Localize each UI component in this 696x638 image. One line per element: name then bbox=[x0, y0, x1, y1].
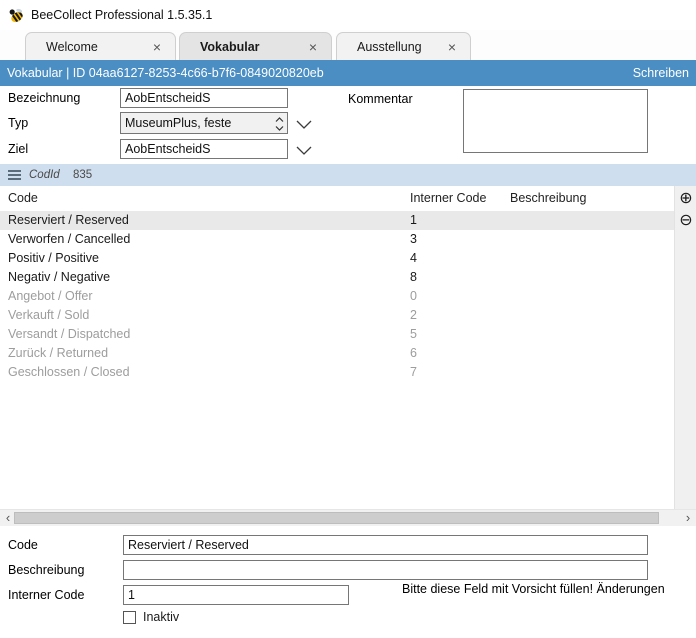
table-cell: 2 bbox=[410, 306, 417, 325]
inaktiv-checkbox[interactable] bbox=[123, 611, 136, 624]
tab-label: Welcome bbox=[46, 40, 98, 54]
detail-beschreibung-field[interactable] bbox=[123, 560, 648, 580]
horizontal-scrollbar[interactable]: ‹ › bbox=[0, 509, 696, 526]
table-row[interactable]: Zurück / Returned 6 bbox=[0, 344, 674, 363]
column-header-beschreibung[interactable]: Beschreibung bbox=[510, 186, 586, 210]
spinner-updown-icon[interactable] bbox=[275, 116, 284, 138]
section-title: CodId bbox=[29, 164, 60, 186]
remove-row-button[interactable]: ⊖ bbox=[675, 213, 696, 229]
table-cell: 5 bbox=[410, 325, 417, 344]
schreiben-status[interactable]: Schreiben bbox=[633, 60, 689, 86]
table-cell: 0 bbox=[410, 287, 417, 306]
warning-text: Bitte diese Feld mit Vorsicht füllen! Än… bbox=[402, 582, 665, 596]
bezeichnung-field[interactable] bbox=[120, 88, 288, 108]
scroll-left-icon[interactable]: ‹ bbox=[1, 510, 15, 526]
table-cell: Angebot / Offer bbox=[8, 287, 93, 306]
close-icon[interactable]: × bbox=[307, 40, 319, 54]
tab-ausstellung[interactable]: Ausstellung × bbox=[336, 32, 471, 60]
section-count: 835 bbox=[73, 164, 92, 186]
bezeichnung-label: Bezeichnung bbox=[8, 91, 80, 105]
tab-vokabular[interactable]: Vokabular × bbox=[179, 32, 332, 60]
detail-code-field[interactable] bbox=[123, 535, 648, 555]
app-window: BeeCollect Professional 1.5.35.1 Welcome… bbox=[0, 0, 696, 638]
table-cell: 7 bbox=[410, 363, 417, 382]
scroll-right-icon[interactable]: › bbox=[681, 510, 695, 526]
table-cell: Positiv / Positive bbox=[8, 249, 99, 268]
table-row[interactable]: Verworfen / Cancelled 3 bbox=[0, 230, 674, 249]
table-cell: 3 bbox=[410, 230, 417, 249]
tab-label: Ausstellung bbox=[357, 40, 422, 54]
code-table-header: Code Interner Code Beschreibung bbox=[0, 186, 674, 210]
table-cell: Reserviert / Reserved bbox=[8, 211, 129, 230]
scrollbar-thumb[interactable] bbox=[14, 512, 659, 524]
typ-label: Typ bbox=[8, 116, 28, 130]
table-cell: 1 bbox=[410, 211, 417, 230]
table-cell: 4 bbox=[410, 249, 417, 268]
tab-label: Vokabular bbox=[200, 40, 260, 54]
codid-section-header[interactable]: CodId 835 bbox=[0, 164, 696, 186]
title-bar: BeeCollect Professional 1.5.35.1 bbox=[0, 0, 696, 30]
kommentar-label: Kommentar bbox=[348, 92, 413, 106]
detail-interner-code-label: Interner Code bbox=[8, 588, 84, 602]
table-row[interactable]: Verkauft / Sold 2 bbox=[0, 306, 674, 325]
kommentar-field[interactable] bbox=[463, 89, 648, 153]
typ-spinner-field[interactable]: MuseumPlus, feste bbox=[120, 112, 288, 134]
table-row[interactable]: Reserviert / Reserved 1 bbox=[0, 211, 674, 230]
column-header-code[interactable]: Code bbox=[8, 186, 38, 210]
inaktiv-label: Inaktiv bbox=[143, 610, 179, 624]
ziel-label: Ziel bbox=[8, 142, 28, 156]
table-cell: Versandt / Dispatched bbox=[8, 325, 130, 344]
table-cell: 8 bbox=[410, 268, 417, 287]
tab-welcome[interactable]: Welcome × bbox=[25, 32, 176, 60]
close-icon[interactable]: × bbox=[446, 40, 458, 54]
table-row[interactable]: Geschlossen / Closed 7 bbox=[0, 363, 674, 382]
ziel-dropdown-icon[interactable] bbox=[294, 142, 314, 158]
table-cell: Negativ / Negative bbox=[8, 268, 110, 287]
table-cell: 6 bbox=[410, 344, 417, 363]
table-cell: Zurück / Returned bbox=[8, 344, 108, 363]
table-row[interactable]: Positiv / Positive 4 bbox=[0, 249, 674, 268]
add-row-button[interactable]: ⊕ bbox=[675, 191, 696, 207]
tab-strip: Welcome × Vokabular × Ausstellung × bbox=[0, 30, 696, 60]
typ-dropdown-icon[interactable] bbox=[294, 116, 314, 132]
typ-value: MuseumPlus, feste bbox=[125, 116, 231, 130]
close-icon[interactable]: × bbox=[151, 40, 163, 54]
row-buttons-column: ⊕ ⊖ bbox=[674, 186, 696, 509]
detail-beschreibung-label: Beschreibung bbox=[8, 563, 84, 577]
record-header-bar: Vokabular | ID 04aa6127-8253-4c66-b7f6-0… bbox=[0, 60, 696, 86]
column-header-interner-code[interactable]: Interner Code bbox=[410, 186, 486, 210]
table-row[interactable]: Negativ / Negative 8 bbox=[0, 268, 674, 287]
detail-interner-code-field[interactable] bbox=[123, 585, 349, 605]
bee-app-icon bbox=[8, 7, 25, 24]
table-cell: Verkauft / Sold bbox=[8, 306, 89, 325]
menu-icon[interactable] bbox=[8, 170, 21, 180]
table-row[interactable]: Angebot / Offer 0 bbox=[0, 287, 674, 306]
table-cell: Verworfen / Cancelled bbox=[8, 230, 130, 249]
table-row[interactable]: Versandt / Dispatched 5 bbox=[0, 325, 674, 344]
detail-code-label: Code bbox=[8, 538, 38, 552]
table-cell: Geschlossen / Closed bbox=[8, 363, 130, 382]
record-title: Vokabular | ID 04aa6127-8253-4c66-b7f6-0… bbox=[7, 60, 324, 86]
ziel-field[interactable] bbox=[120, 139, 288, 159]
window-title: BeeCollect Professional 1.5.35.1 bbox=[31, 0, 212, 30]
code-table-body: Reserviert / Reserved1Verworfen / Cancel… bbox=[0, 211, 674, 509]
